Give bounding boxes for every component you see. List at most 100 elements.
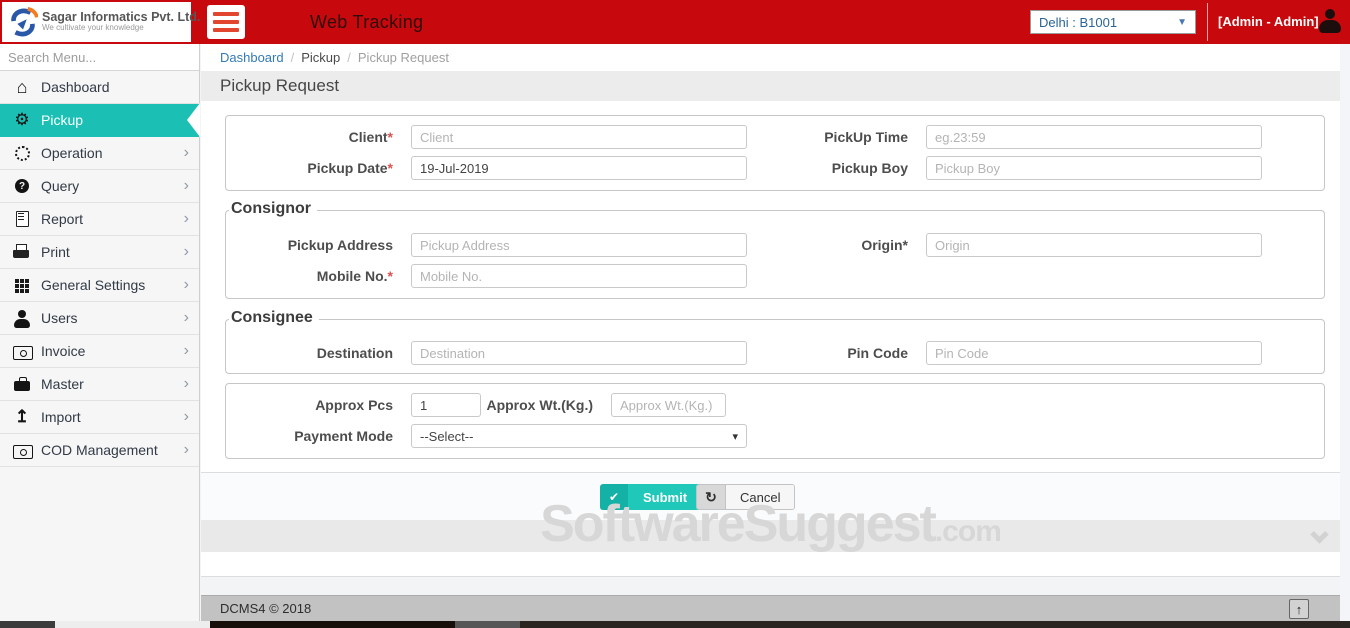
chevron-right-icon: › [183,342,189,359]
pickup-address-label: Pickup Address [287,237,393,253]
taskbar-sliver [0,621,1350,628]
web-tracking-app: Sagar Informatics Pvt. Ltd. We cultivate… [0,0,1350,628]
question-circle-icon [12,170,32,203]
basic-fields-panel: Client* PickUp Time Pickup Date* Pickup … [225,115,1325,191]
chevron-right-icon: › [183,243,189,260]
footer-bar: DCMS4 © 2018 ↑ [201,595,1340,621]
submit-button[interactable]: ✔ Submit [600,484,703,510]
parcel-panel: Approx Pcs Approx Wt.(Kg.) Payment Mode … [225,383,1325,459]
refresh-icon: ↻ [697,485,726,509]
company-logo: Sagar Informatics Pvt. Ltd. We cultivate… [2,2,200,42]
approx-wt-label: Approx Wt.(Kg.) [486,397,593,413]
consignor-group: Consignor Pickup Address Origin* Mobile … [225,200,1325,299]
sidebar-item-master[interactable]: Master › [0,368,199,401]
invoice-icon [12,335,33,368]
pickup-address-input[interactable] [411,233,747,257]
pickup-date-label: Pickup Date* [307,160,393,176]
check-icon: ✔ [600,484,628,510]
consignee-legend: Consignee [229,309,319,327]
chevron-right-icon: › [183,441,189,458]
origin-label: Origin* [861,237,908,253]
page-title-bar: Pickup Request [201,71,1340,101]
sidebar-item-import[interactable]: Import › [0,401,199,434]
top-header-bar: Sagar Informatics Pvt. Ltd. We cultivate… [0,0,1350,44]
sidebar-item-print[interactable]: Print › [0,236,199,269]
destination-input[interactable] [411,341,747,365]
mobile-no-input[interactable] [411,264,747,288]
user-icon [12,302,32,335]
breadcrumb-dashboard[interactable]: Dashboard [220,50,284,65]
sidebar-item-users[interactable]: Users › [0,302,199,335]
consignee-group: Consignee Destination Pin Code [225,309,1325,374]
printer-icon [12,236,32,269]
sidebar-item-report[interactable]: Report › [0,203,199,236]
payment-mode-label: Payment Mode [294,428,393,444]
approx-pcs-label: Approx Pcs [315,397,393,413]
pickup-boy-input[interactable] [926,156,1262,180]
logo-s-icon [11,7,38,37]
approx-pcs-input[interactable] [411,393,481,417]
header-divider [1207,3,1208,41]
hamburger-menu-icon[interactable] [207,5,245,39]
breadcrumb-pickup[interactable]: Pickup [301,50,340,65]
home-icon [12,71,32,104]
chevron-right-icon: › [183,309,189,326]
main-content: Dashboard / Pickup / Pickup Request Pick… [201,0,1340,628]
chevron-right-icon: › [183,375,189,392]
copyright-text: DCMS4 © 2018 [220,601,312,616]
spinner-icon [12,137,32,170]
chevron-down-icon: ▼ [1177,16,1187,28]
destination-label: Destination [316,345,393,361]
sidebar-item-pickup[interactable]: Pickup [0,103,200,137]
company-tagline: We cultivate your knowledge [42,23,144,33]
consignor-legend: Consignor [229,200,317,218]
client-input[interactable] [411,125,747,149]
chevron-right-icon: › [183,408,189,425]
pickup-time-input[interactable] [926,125,1262,149]
briefcase-icon [12,368,32,401]
grid-icon [12,269,32,302]
pin-code-label: Pin Code [847,345,908,361]
mobile-no-label: Mobile No.* [316,268,393,284]
pickup-time-label: PickUp Time [824,129,908,145]
sidebar-item-general-settings[interactable]: General Settings › [0,269,199,302]
app-title: Web Tracking [310,12,424,32]
chevron-right-icon: › [183,210,189,227]
report-icon [12,203,32,236]
cancel-button[interactable]: ↻ Cancel [696,484,796,510]
money-icon [12,434,33,467]
chevron-right-icon: › [183,276,189,293]
pickup-date-input[interactable] [411,156,747,180]
right-gutter [1340,44,1350,628]
logged-in-user[interactable]: [Admin - Admin] [1218,0,1319,44]
pickup-boy-label: Pickup Boy [831,160,908,176]
sidebar-item-query[interactable]: Query › [0,170,199,203]
payment-mode-select[interactable]: --Select-- [411,424,747,448]
page-title: Pickup Request [220,76,340,95]
sidebar-item-dashboard[interactable]: Dashboard [0,71,199,104]
user-profile-icon[interactable] [1318,9,1342,35]
search-input[interactable] [0,44,199,70]
pin-code-input[interactable] [926,341,1262,365]
origin-input[interactable] [926,233,1262,257]
chevron-right-icon: › [183,144,189,161]
watermark-band [201,520,1340,552]
form-actions-strip: ✔ Submit ↻ Cancel [201,472,1340,520]
branch-select-value: Delhi : B1001 [1039,14,1118,30]
chevron-right-icon: › [183,177,189,194]
client-label: Client* [348,129,393,145]
breadcrumb: Dashboard / Pickup / Pickup Request [201,44,1340,71]
gear-icon [12,104,32,137]
sidebar-item-operation[interactable]: Operation › [0,137,199,170]
active-arrow [187,103,200,137]
sidebar-search [0,44,199,71]
upload-icon [12,401,32,434]
breadcrumb-current: Pickup Request [357,50,449,65]
sidebar-item-cod-management[interactable]: COD Management › [0,434,199,467]
sidebar-item-invoice[interactable]: Invoice › [0,335,199,368]
chevron-down-icon [1310,525,1329,544]
sidebar: Dashboard Pickup Operation › Query › Rep… [0,44,200,628]
branch-select[interactable]: Delhi : B1001 ▼ [1030,10,1196,34]
approx-wt-input[interactable] [611,393,726,417]
scroll-to-top-button[interactable]: ↑ [1289,599,1309,619]
